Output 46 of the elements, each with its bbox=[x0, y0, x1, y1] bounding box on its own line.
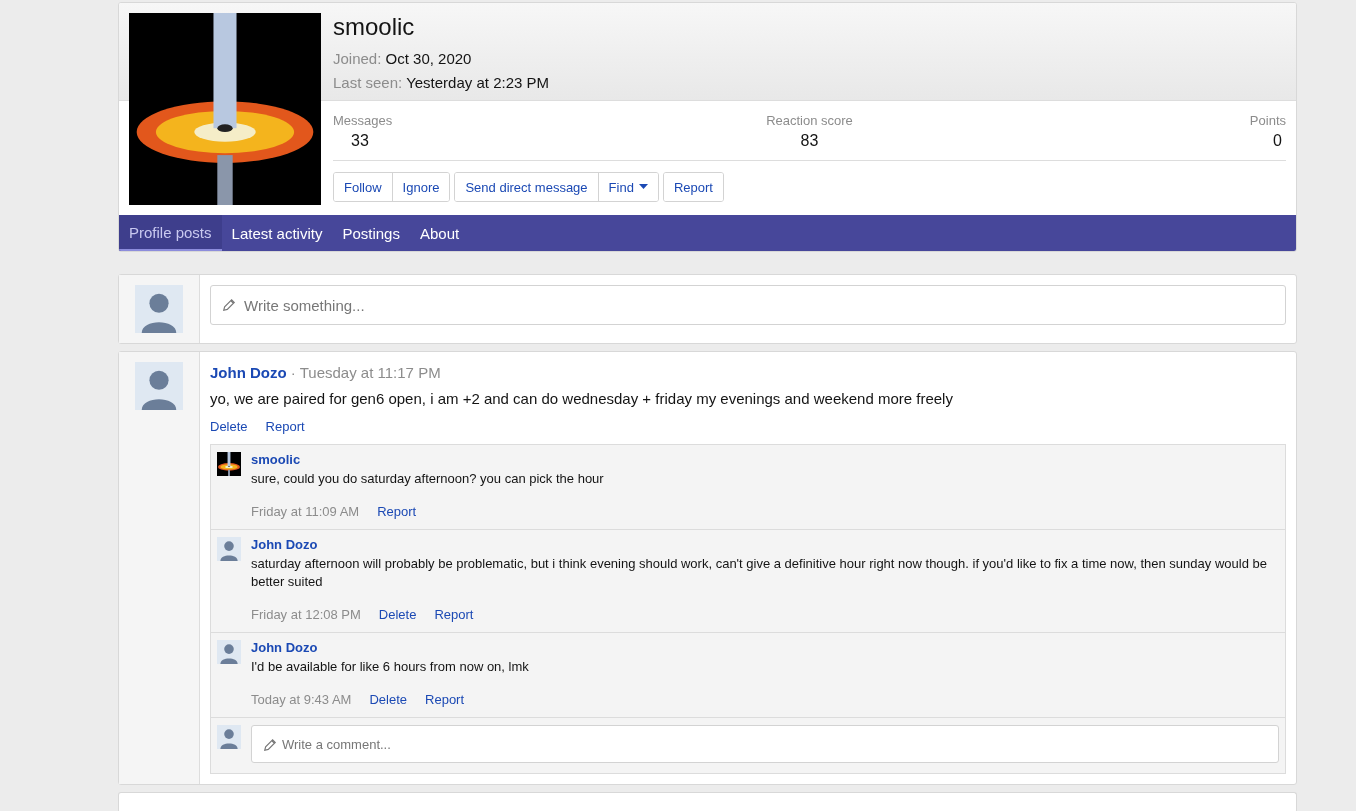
comment-action-link[interactable]: Report bbox=[434, 607, 474, 622]
profile-action-button[interactable]: Follow bbox=[334, 173, 393, 201]
fact-value: Yesterday at 2:23 PM bbox=[406, 74, 549, 91]
comment-text: I'd be available for like 6 hours from now on, lmk bbox=[251, 658, 530, 676]
profile-action-button[interactable]: Report bbox=[663, 173, 723, 201]
post-text: yo, we are paired for gen6 open, i am +2 and can do wednesday + friday my evenings and weekend more freely bbox=[210, 390, 954, 407]
stat-label: Reaction score bbox=[766, 113, 853, 128]
comment-action-link[interactable]: Delete bbox=[369, 692, 408, 707]
fact-label: Last seen: bbox=[333, 74, 403, 91]
profile-tab[interactable]: About bbox=[409, 215, 470, 251]
post-action-link[interactable]: Report bbox=[265, 419, 305, 434]
comment-time: Friday at 12:08 PM bbox=[251, 607, 361, 622]
comment-text: saturday afternoon will probably be problematic, but i think evening should work, can't give a definitive hour right now though. if you'd like to fix a time now, then sunday would be better suited bbox=[251, 555, 1268, 591]
fact-value: Oct 30, 2020 bbox=[385, 50, 472, 67]
profile-tab[interactable]: Latest activity bbox=[221, 215, 333, 251]
username-heading: smoolic bbox=[333, 13, 416, 41]
stat-label: Points bbox=[1249, 113, 1286, 128]
profile-tab[interactable]: Postings bbox=[332, 215, 410, 251]
post-input-field[interactable]: Write something... bbox=[210, 285, 1286, 325]
comment-time: Today at 9:43 AM bbox=[251, 692, 352, 707]
stat-value: 0 bbox=[1273, 132, 1282, 150]
comment-input-field[interactable]: Write a comment... bbox=[251, 725, 1279, 763]
profile-tab[interactable]: Profile posts bbox=[119, 215, 222, 251]
caret-icon bbox=[638, 184, 648, 190]
user-silhouette-icon bbox=[135, 362, 183, 410]
post-time: · Tuesday at 11:17 PM bbox=[290, 364, 441, 381]
stat-value: 33 bbox=[351, 132, 369, 150]
stat-label: Messages bbox=[333, 113, 393, 128]
author-link[interactable]: John Dozo bbox=[210, 364, 287, 381]
vortex-picture bbox=[217, 452, 241, 476]
author-link[interactable]: smoolic bbox=[251, 452, 1279, 467]
author-link[interactable]: John Dozo bbox=[251, 640, 1279, 655]
user-silhouette-icon bbox=[135, 285, 183, 333]
user-silhouette-icon bbox=[217, 725, 241, 749]
comment-action-link[interactable]: Report bbox=[377, 504, 417, 519]
comment-action-link[interactable]: Delete bbox=[378, 607, 417, 622]
stat-value: 83 bbox=[800, 132, 819, 150]
post-action-link[interactable]: Delete bbox=[210, 419, 248, 434]
profile-action-button[interactable]: Send direct message bbox=[455, 173, 599, 201]
comment-time: Friday at 11:09 AM bbox=[251, 504, 360, 519]
comment-action-link[interactable]: Report bbox=[425, 692, 465, 707]
author-link[interactable]: John Dozo bbox=[251, 537, 1279, 552]
user-silhouette-icon bbox=[217, 537, 241, 561]
user-silhouette-icon bbox=[217, 640, 241, 664]
comment-text: sure, could you do saturday afternoon? you can pick the hour bbox=[251, 470, 605, 488]
fact-label: Joined: bbox=[333, 50, 382, 67]
